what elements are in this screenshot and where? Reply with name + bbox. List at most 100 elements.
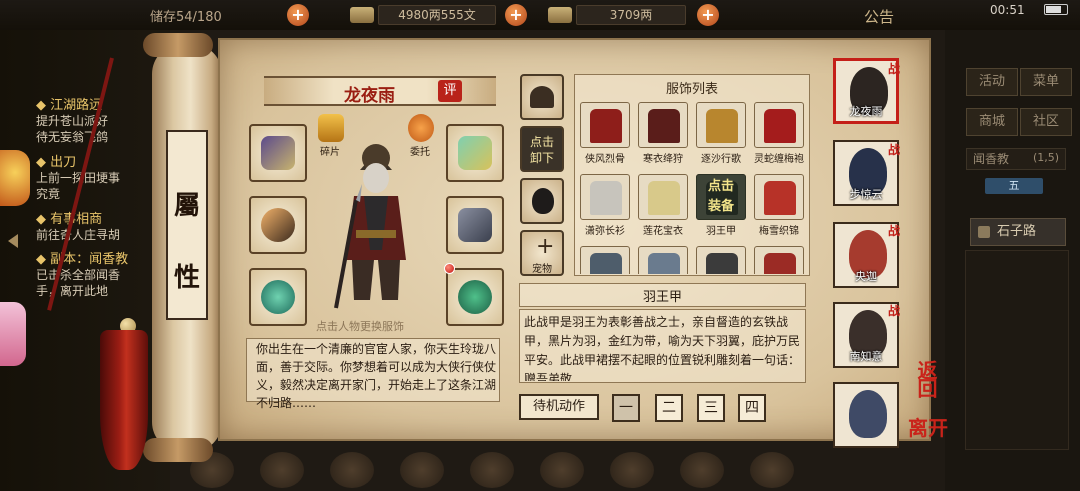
equip-slot-ring[interactable] [249, 268, 307, 326]
back-button[interactable]: 返回 [912, 360, 941, 396]
menu-button[interactable]: 菜单 [1020, 68, 1072, 96]
costume-item[interactable]: 逐沙行歌 [694, 102, 748, 168]
leave-button[interactable]: 离开 [908, 412, 948, 441]
robe-icon [648, 181, 680, 215]
costume-grid: 侠风烈骨 寒衣绛狩 逐沙行歌 灵蛇缠梅袍 潇弥长衫 莲花宝衣 点击 装备 羽王甲 梅雪织锦 [578, 102, 808, 274]
idle-option-4[interactable]: 四 [738, 394, 766, 422]
costume-item[interactable]: 梅雪织锦 [752, 174, 806, 240]
nav-slot[interactable] [400, 452, 444, 488]
costume-name: 潇弥长衫 [585, 226, 625, 237]
costume-item[interactable] [694, 246, 748, 274]
fragment-icon[interactable] [318, 114, 344, 142]
announcement-button[interactable]: 公告 [864, 6, 894, 27]
battery-icon [1044, 4, 1068, 15]
nav-slot[interactable] [330, 452, 374, 488]
idle-option-3[interactable]: 三 [697, 394, 725, 422]
add-silver-button[interactable]: + [697, 4, 719, 26]
unequip-label: 卸下 [529, 151, 554, 165]
costume-thumbnail [696, 246, 746, 274]
costume-thumbnail [580, 102, 630, 148]
pet-label: 宠物 [532, 264, 552, 275]
silver-amount: 3709两 [576, 5, 686, 25]
party-member-name: 央迦 [855, 270, 877, 283]
character-figure[interactable] [316, 140, 436, 310]
costume-list-title: 服饰列表 [665, 82, 718, 97]
mask-slot[interactable] [520, 178, 564, 224]
shop-promo-icon[interactable] [0, 302, 26, 366]
costume-item[interactable]: 莲花宝衣 [636, 174, 690, 240]
entrust-icon[interactable] [408, 114, 434, 142]
unequip-label: 点击 [529, 135, 554, 149]
costume-name: 寒衣绛狩 [643, 154, 683, 165]
equip-slot-bracers[interactable] [249, 124, 307, 182]
robe-icon [764, 109, 796, 143]
nav-slot[interactable] [470, 452, 514, 488]
costume-thumbnail [754, 102, 804, 148]
unequip-button[interactable]: 点击 卸下 [520, 126, 564, 172]
idle-option-2[interactable]: 二 [655, 394, 683, 422]
costume-thumbnail [754, 174, 804, 220]
equip-label: 点击 [707, 179, 734, 194]
party-member-portrait[interactable] [833, 382, 899, 448]
crown-icon [530, 86, 554, 108]
nav-slot[interactable] [610, 452, 654, 488]
costume-detail-text: 此战甲是羽王为表彰善战之士，亲自督造的玄铁战甲，黑片为羽，金红为带，喻为天下羽翼… [524, 315, 801, 381]
copper-coin-icon [350, 7, 374, 23]
costume-thumbnail [580, 246, 630, 274]
costume-item[interactable]: 侠风烈骨 [578, 102, 632, 168]
armor-icon [458, 208, 492, 242]
attributes-tab-label: 屬 [173, 191, 200, 221]
attributes-tab[interactable]: 屬 性 [166, 130, 208, 320]
robe-icon [590, 181, 622, 215]
equip-label: 装备 [707, 199, 734, 214]
costume-item[interactable]: 寒衣绛狩 [636, 102, 690, 168]
costume-thumbnail [638, 174, 688, 220]
quest-title[interactable]: ◆ 江湖路远 [36, 94, 102, 113]
collapse-arrow-icon[interactable] [8, 234, 18, 248]
headwear-slot[interactable] [520, 74, 564, 120]
quest-desc: 究竟 [36, 187, 61, 201]
jade-necklace-icon [458, 280, 492, 314]
equip-slot-hat[interactable] [446, 124, 504, 182]
nav-slot[interactable] [750, 452, 794, 488]
character-name: 龙夜雨 [344, 86, 395, 106]
add-storage-button[interactable]: + [287, 4, 309, 26]
quest-title[interactable]: ◆ 出刀 [36, 151, 76, 170]
clock-time: 00:51 [990, 3, 1025, 17]
costume-item[interactable] [752, 246, 806, 274]
location-icon [978, 226, 990, 238]
costume-thumbnail [754, 246, 804, 274]
costume-item[interactable]: 潇弥长衫 [578, 174, 632, 240]
community-button[interactable]: 社区 [1020, 108, 1072, 136]
rate-button[interactable]: 评 [438, 80, 462, 102]
bracers-icon [261, 136, 295, 170]
activity-button[interactable]: 活动 [966, 68, 1018, 96]
portrait-face [849, 390, 887, 438]
equip-slot-armor[interactable] [446, 196, 504, 254]
nav-slot[interactable] [260, 452, 304, 488]
equip-button[interactable]: 点击 装备 [696, 174, 746, 220]
idle-option-1[interactable]: 一 [612, 394, 640, 422]
scroll-tassel [100, 330, 148, 470]
jade-ring-icon [261, 280, 295, 314]
location-list[interactable] [965, 250, 1069, 450]
costume-item[interactable]: 点击 装备 羽王甲 [694, 174, 748, 240]
costume-item[interactable] [578, 246, 632, 274]
mall-button[interactable]: 商城 [966, 108, 1018, 136]
costume-item[interactable] [636, 246, 690, 274]
add-copper-button[interactable]: + [505, 4, 527, 26]
robe-icon [764, 253, 796, 274]
pet-slot[interactable]: + 宠物 [520, 230, 564, 276]
equip-slot-weapon[interactable] [249, 196, 307, 254]
plus-icon: + [536, 234, 555, 259]
quest-title[interactable]: ◆ 副本：闻香教 [36, 248, 128, 267]
battle-tag: 战 [888, 62, 901, 76]
costume-name: 梅雪织锦 [759, 226, 799, 237]
equip-slot-necklace[interactable] [446, 268, 504, 326]
region-tag: 五 [985, 178, 1043, 194]
costume-item[interactable]: 灵蛇缠梅袍 [752, 102, 806, 168]
nav-slot[interactable] [540, 452, 584, 488]
quest-desc: 提升苍山派好 [36, 114, 109, 128]
nav-slot[interactable] [680, 452, 724, 488]
event-icon[interactable] [0, 150, 30, 206]
